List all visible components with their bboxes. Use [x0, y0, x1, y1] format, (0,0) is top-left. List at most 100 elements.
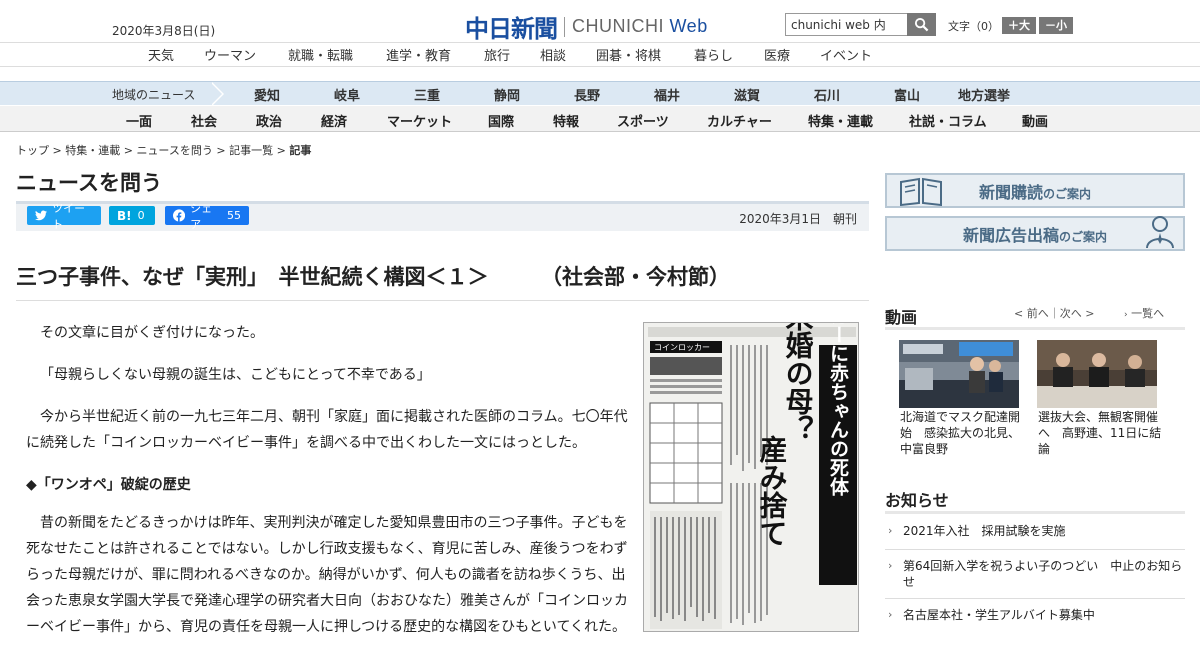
section-item[interactable]: 社会	[191, 111, 217, 130]
video-prev-next[interactable]: < 前へ｜次へ >	[1014, 305, 1094, 321]
subnav-item[interactable]: 天気	[148, 45, 174, 64]
video-section-title: 動画	[885, 308, 918, 327]
region-nav-title: 地域のニュース	[112, 88, 196, 102]
logo-japanese: 中日新聞	[465, 14, 558, 43]
section-item[interactable]: カルチャー	[707, 111, 772, 130]
notice-divider	[885, 549, 1185, 550]
breadcrumb-item[interactable]: 記事一覧	[229, 144, 273, 157]
site-logo[interactable]: 中日新聞 CHUNICHI Web	[465, 9, 708, 44]
chevron-right-icon: ›	[888, 559, 893, 572]
advertise-banner-suffix: のご案内	[1059, 229, 1108, 244]
region-item[interactable]: 愛知	[254, 85, 280, 104]
subnav-item[interactable]: ウーマン	[204, 45, 256, 64]
person-icon	[1146, 216, 1174, 248]
region-item[interactable]: 福井	[654, 85, 680, 104]
chevron-right-icon: ›	[888, 524, 893, 537]
article-subheading: ◆「ワンオペ」破綻の歴史	[26, 477, 191, 493]
section-item[interactable]: 特報	[553, 111, 579, 130]
video-thumbnail[interactable]	[1037, 340, 1157, 408]
subnav-item[interactable]: イベント	[820, 45, 872, 64]
region-nav: 地域のニュース 愛知 岐阜 三重 静岡 長野 福井 滋賀 石川 富山 地方選挙	[0, 81, 1200, 106]
subscribe-banner-main: 新聞購読	[978, 182, 1043, 202]
book-icon	[900, 177, 942, 206]
section-nav: 一面 社会 政治 経済 マーケット 国際 特報 スポーツ カルチャー 特集・連載…	[0, 105, 1200, 132]
chevron-right-icon: ›	[888, 608, 893, 621]
region-item[interactable]: 長野	[574, 85, 600, 104]
article-body: その文章に目がくぎ付けになった。 「母親らしくない母親の誕生は、こどもにとって不…	[26, 320, 630, 656]
publish-date: 2020年3月1日 朝刊	[739, 212, 857, 226]
region-item[interactable]: 地方選挙	[958, 85, 1010, 104]
article-paragraph: 昔の新聞をたどるきっかけは昨年、実刑判決が確定した愛知県豊田市の三つ子事件。子ど…	[26, 515, 628, 635]
breadcrumb: トップ > 特集・連載 > ニュースを問う > 記事一覧 > 記事	[16, 144, 312, 157]
notice-item[interactable]: › 第64回新入学を祝うよい子のつどい 中止のお知らせ	[885, 558, 1185, 590]
section-item[interactable]: 国際	[488, 111, 514, 130]
article-paragraph: 「母親らしくない母親の誕生は、こどもにとって不幸である」	[40, 367, 431, 383]
text-size-label: 文字（0）	[948, 19, 999, 33]
advertise-banner[interactable]: 新聞広告出稿のご案内	[885, 216, 1185, 251]
subnav-item[interactable]: 相談	[540, 45, 566, 64]
subnav-item[interactable]: 旅行	[484, 45, 510, 64]
logo-separator	[564, 16, 565, 37]
region-item[interactable]: 三重	[414, 85, 440, 104]
site-search	[785, 13, 936, 36]
clipping-graphic: コインロッカー またロッカーに赤ちゃんの死体 未婚の母？ 産み捨て	[644, 323, 858, 631]
section-item[interactable]: スポーツ	[617, 111, 669, 130]
tweet-button[interactable]: ツイート	[27, 202, 101, 231]
text-smaller-button[interactable]: －小	[1039, 17, 1073, 34]
service-nav: 天気 ウーマン 就職・転職 進学・教育 旅行 相談 囲碁・将棋 暮らし 医療 イ…	[0, 42, 1200, 67]
region-divider-inner	[210, 82, 222, 106]
section-item[interactable]: 経済	[321, 111, 347, 130]
region-item[interactable]: 富山	[894, 85, 920, 104]
region-item[interactable]: 静岡	[494, 85, 520, 104]
notice-item[interactable]: › 2021年入社 採用試験を実施	[885, 523, 1185, 539]
section-item[interactable]: 政治	[256, 111, 282, 130]
text-larger-button[interactable]: ＋大	[1002, 17, 1036, 34]
hatena-count: 0	[137, 209, 145, 222]
video-caption[interactable]: 北海道でマスク配達開始 感染拡大の北見、中富良野	[900, 409, 1030, 457]
clip-headline-2: 未婚の母？	[782, 323, 815, 443]
notice-section-rule	[885, 511, 1185, 514]
newspaper-clipping-image[interactable]: コインロッカー またロッカーに赤ちゃんの死体 未婚の母？ 産み捨て	[643, 322, 859, 632]
subnav-item[interactable]: 囲碁・将棋	[596, 45, 661, 64]
hatena-bookmark-button[interactable]: B! 0	[109, 206, 155, 225]
breadcrumb-item[interactable]: 特集・連載	[65, 144, 120, 157]
notice-label: 第64回新入学を祝うよい子のつどい 中止のお知らせ	[903, 559, 1183, 589]
subnav-item[interactable]: 進学・教育	[386, 45, 451, 64]
section-item[interactable]: 特集・連載	[808, 111, 873, 130]
search-button[interactable]	[907, 13, 936, 36]
breadcrumb-item[interactable]: ニュースを問う	[136, 144, 212, 157]
section-item[interactable]: 動画	[1022, 111, 1048, 130]
video-list-link[interactable]: › 一覧へ	[1124, 305, 1164, 321]
subnav-item[interactable]: 医療	[764, 45, 790, 64]
breadcrumb-item[interactable]: トップ	[16, 144, 49, 157]
notice-label: 名古屋本社・学生アルバイト募集中	[903, 608, 1095, 622]
advertise-banner-main: 新聞広告出稿	[962, 225, 1059, 245]
logo-english: CHUNICHI Web	[572, 16, 708, 37]
clip-headline-3: 産み捨て	[756, 434, 789, 547]
video-caption[interactable]: 選抜大会、無観客開催へ 高野連、11日に結論	[1038, 409, 1168, 457]
clip-headline-1: またロッカーに赤ちゃんの死体	[827, 323, 849, 497]
chevron-right-icon: ›	[1124, 310, 1128, 320]
section-item[interactable]: 社説・コラム	[909, 111, 987, 130]
subnav-item[interactable]: 暮らし	[694, 45, 733, 64]
section-item[interactable]: マーケット	[387, 111, 452, 130]
search-input[interactable]	[785, 13, 907, 36]
header-date: 2020年3月8日(日)	[112, 24, 216, 38]
subscribe-banner-label: 新聞購読のご案内	[979, 179, 1091, 203]
section-item[interactable]: 一面	[126, 111, 152, 130]
subnav-item[interactable]: 就職・転職	[288, 45, 353, 64]
video-thumbnail-image-2	[1037, 340, 1157, 408]
subscribe-banner-suffix: のご案内	[1043, 186, 1092, 201]
facebook-icon	[173, 209, 186, 222]
region-item[interactable]: 滋賀	[734, 85, 760, 104]
region-item[interactable]: 石川	[814, 85, 840, 104]
facebook-share-button[interactable]: シェア 55	[165, 202, 249, 231]
article-paragraph: 今から半世紀近く前の一九七三年二月、朝刊「家庭」面に掲載された医師のコラム。七〇…	[26, 409, 628, 451]
video-thumbnail[interactable]	[899, 340, 1019, 408]
region-item[interactable]: 岐阜	[334, 85, 360, 104]
video-thumbnail-image-1	[899, 340, 1019, 408]
subscribe-banner[interactable]: 新聞購読のご案内	[885, 173, 1185, 208]
notice-item[interactable]: › 名古屋本社・学生アルバイト募集中	[885, 607, 1185, 623]
logo-english-web: Web	[669, 16, 708, 36]
search-icon	[914, 17, 929, 32]
